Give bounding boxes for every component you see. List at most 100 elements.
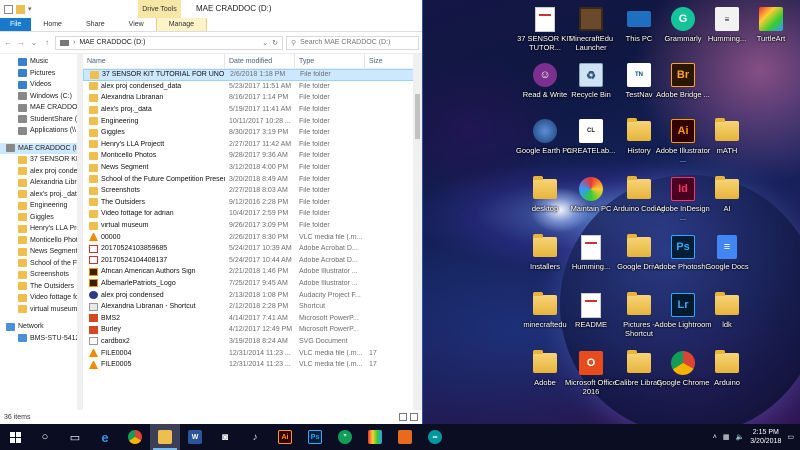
taskbar-chrome[interactable] (120, 424, 150, 450)
file-row[interactable]: alex proj condensed_data 5/23/2017 11:51 … (83, 81, 422, 93)
nav-pane-scrollbar[interactable] (77, 54, 82, 410)
clock[interactable]: 2:15 PM 3/20/2018 (750, 428, 781, 446)
desktop-shortcut[interactable]: AI (698, 176, 756, 213)
breadcrumb-separator-icon[interactable]: › (73, 39, 75, 46)
file-name-cell[interactable]: alex's proj._data (83, 105, 225, 114)
taskbar-file-explorer[interactable] (150, 424, 180, 450)
forward-arrow-icon[interactable]: → (16, 38, 26, 47)
nav-item[interactable]: Henry's LLA Proj (0, 223, 82, 235)
tab-share[interactable]: Share (74, 18, 117, 31)
file-name-cell[interactable]: alex proj condensed_data (83, 82, 225, 91)
nav-item[interactable]: Pictures (0, 68, 82, 80)
nav-item[interactable]: MAE CRADDOC (I (0, 142, 82, 154)
nav-item[interactable]: Giggles (0, 212, 82, 224)
desktop-shortcut[interactable]: mATH (698, 118, 756, 155)
nav-item[interactable]: The Outsiders (0, 281, 82, 293)
nav-item[interactable]: StudentShare (\\ (0, 114, 82, 126)
taskbar-turtleart[interactable] (360, 424, 390, 450)
file-name-cell[interactable]: Video fottage for adrian (83, 209, 225, 218)
taskbar-hangouts[interactable]: ” (330, 424, 360, 450)
file-row[interactable]: Engineering 10/11/2017 10:28 ... File fold… (83, 115, 422, 127)
file-row[interactable]: AlbemarlePatriots_Logo 7/25/2017 9:45 AM A… (83, 278, 422, 290)
file-name-cell[interactable]: cardbox2 (83, 337, 225, 346)
qat-dropdown-icon[interactable]: ▾ (28, 5, 37, 14)
taskbar-photoshop[interactable]: Ps (300, 424, 330, 450)
file-row[interactable]: BMS2 4/14/2017 7:41 AM Microsoft PowerP... (83, 312, 422, 324)
task-view-button[interactable]: ▭ (60, 424, 90, 450)
file-row[interactable]: alex proj condensed 2/13/2018 1:08 PM Auda… (83, 289, 422, 301)
file-row[interactable]: 37 SENSOR KIT TUTORIAL FOR UNO 2/6/2018 1… (83, 69, 422, 81)
file-row[interactable]: alex's proj._data 5/19/2017 11:41 AM File … (83, 104, 422, 116)
file-name-cell[interactable]: Alexandria Librarian - Shortcut (83, 302, 225, 311)
file-row[interactable]: Screenshots 2/27/2018 8:03 AM File folder (83, 185, 422, 197)
nav-item[interactable]: Videos (0, 79, 82, 91)
file-name-cell[interactable]: FILE0004 (83, 349, 225, 358)
scrollbar-thumb[interactable] (415, 94, 420, 139)
search-input[interactable] (300, 39, 414, 46)
file-name-cell[interactable]: Burley (83, 325, 225, 334)
file-row[interactable]: African American Authors Sign 2/21/2018 1… (83, 266, 422, 278)
file-row[interactable]: virtual museum 9/26/2017 3:09 PM File fold… (83, 220, 422, 232)
nav-item[interactable]: School of the Fu (0, 258, 82, 270)
file-row[interactable]: 00000 2/26/2017 8:30 PM VLC media file (.m… (83, 231, 422, 243)
taskbar-camera[interactable]: ◙ (210, 424, 240, 450)
file-name-cell[interactable]: 20170524103859685 (83, 244, 225, 253)
tab-manage[interactable]: Manage (155, 18, 207, 31)
desktop-shortcut[interactable]: TurtleArt (742, 6, 800, 43)
taskbar-illustrator[interactable]: Ai (270, 424, 300, 450)
taskbar-arduino[interactable]: ∞ (420, 424, 450, 450)
search-box[interactable]: ⚲ (286, 35, 419, 50)
file-name-cell[interactable]: alex proj condensed (83, 291, 225, 300)
file-name-cell[interactable]: School of the Future Competition Presen.… (83, 175, 225, 184)
nav-item[interactable]: Alexandria Librar (0, 177, 82, 189)
tab-home[interactable]: Home (31, 18, 74, 31)
tab-view[interactable]: View (117, 18, 156, 31)
file-name-cell[interactable]: 20170524104408137 (83, 256, 225, 265)
up-arrow-icon[interactable]: ↑ (42, 38, 52, 47)
volume-icon[interactable]: 🔈 (736, 433, 745, 441)
nav-item[interactable]: Screenshots (0, 269, 82, 281)
file-row[interactable]: The Outsiders 9/12/2016 2:28 PM File folde… (83, 197, 422, 209)
nav-item[interactable]: MAE CRADDOC (0, 102, 82, 114)
nav-item[interactable]: alex's proj._data (0, 189, 82, 201)
back-arrow-icon[interactable]: ← (3, 38, 13, 47)
desktop-shortcut[interactable]: ldk (698, 292, 756, 329)
details-view-icon[interactable] (399, 413, 407, 421)
taskbar-paint[interactable] (390, 424, 420, 450)
tab-file[interactable]: File (0, 18, 32, 31)
action-center-icon[interactable]: ▭ (787, 433, 794, 441)
nav-item[interactable]: Engineering (0, 200, 82, 212)
address-text[interactable]: MAE CRADDOC (D:) (79, 39, 145, 46)
file-name-cell[interactable]: Alexandria Librarian (83, 93, 225, 102)
file-name-cell[interactable]: AlbemarlePatriots_Logo (83, 279, 225, 288)
cortana-search-button[interactable]: ○ (30, 424, 60, 450)
file-row[interactable]: FILE0005 12/31/2014 11:23 ... VLC media fi… (83, 359, 422, 371)
file-name-cell[interactable]: Giggles (83, 128, 225, 137)
file-name-cell[interactable]: The Outsiders (83, 198, 225, 207)
file-row[interactable]: Alexandria Librarian - Shortcut 2/12/2018… (83, 301, 422, 313)
file-name-cell[interactable]: FILE0005 (83, 360, 225, 369)
nav-item[interactable]: Network (0, 321, 82, 333)
file-row[interactable]: School of the Future Competition Presen.… (83, 173, 422, 185)
file-row[interactable]: Giggles 8/30/2017 3:19 PM File folder (83, 127, 422, 139)
nav-item[interactable]: virtual museum (0, 304, 82, 316)
file-name-cell[interactable]: 37 SENSOR KIT TUTORIAL FOR UNO (84, 70, 226, 79)
file-row[interactable]: Video fottage for adrian 10/4/2017 2:59 P… (83, 208, 422, 220)
file-name-cell[interactable]: 00000 (83, 233, 225, 242)
nav-item[interactable]: Music (0, 56, 82, 68)
drive-tools-tab[interactable]: Drive Tools (138, 0, 181, 18)
show-hidden-icons-icon[interactable]: ˄ (713, 434, 717, 441)
nav-item[interactable]: Monticello Photo (0, 235, 82, 247)
file-row[interactable]: FILE0004 12/31/2014 11:23 ... VLC media fi… (83, 347, 422, 359)
desktop-shortcut[interactable]: Br Adobe Bridge ... (654, 62, 712, 99)
nav-item[interactable]: News Segment (0, 246, 82, 258)
nav-item[interactable]: 37 SENSOR KIT T (0, 154, 82, 166)
recent-locations-icon[interactable]: ⌄ (29, 38, 39, 47)
properties-icon[interactable] (4, 4, 13, 14)
taskbar-voice-recorder[interactable]: ♪ (240, 424, 270, 450)
nav-item[interactable]: alex proj conden (0, 166, 82, 178)
file-list-scrollbar[interactable] (413, 54, 422, 410)
nav-item[interactable]: Windows (C:) (0, 91, 82, 103)
column-header-date-modified[interactable]: Date modified (225, 54, 295, 68)
refresh-icon[interactable]: ↻ (272, 39, 278, 47)
